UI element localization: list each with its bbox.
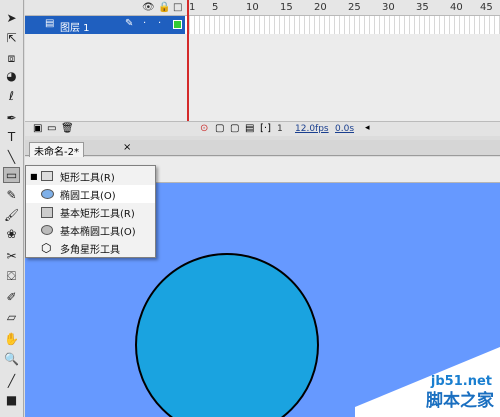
frame-number: 35 [416, 2, 429, 13]
menu-item-label: 基本矩形工具(R) [60, 208, 135, 220]
frame-number: 5 [212, 2, 219, 13]
rectangle-tool-icon[interactable]: ▭ [3, 167, 20, 183]
subselection-tool-icon[interactable]: ⇱ [3, 30, 20, 46]
playhead[interactable] [187, 0, 189, 136]
pencil-tool-icon[interactable]: ✎ [3, 187, 20, 203]
document-tab[interactable]: 未命名-2* [29, 142, 84, 158]
eye-icon[interactable]: 👁 [142, 2, 155, 13]
text-tool-icon[interactable]: T [3, 129, 20, 145]
timeline-header: 👁 🔒 □ 1 5 10 15 20 25 30 35 40 45 [25, 0, 500, 16]
shape-tool-menu: ■ 矩形工具(R) 椭圆工具(O) 基本矩形工具(R) 基本椭圆工具(O) ⬡ … [25, 165, 156, 258]
frame-number: 10 [246, 2, 259, 13]
new-folder-icon[interactable]: ▭ [47, 123, 56, 134]
brush-tool-icon[interactable]: 🖌 [3, 207, 20, 223]
layer-row[interactable]: ▤ 图层 1 ✎ · · [25, 16, 185, 34]
menu-item-label: 基本椭圆工具(O) [60, 226, 136, 238]
frame-number: 45 [480, 2, 493, 13]
center-frame-icon[interactable]: ⊙ [200, 123, 208, 134]
time-value[interactable]: 0.0s [335, 124, 354, 134]
primitive-rectangle-icon [41, 206, 53, 218]
onion-markers-icon[interactable]: [·] [260, 123, 271, 134]
eraser-tool-icon[interactable]: ▱ [3, 309, 20, 325]
timeline-panel: 👁 🔒 □ 1 5 10 15 20 25 30 35 40 45 ▤ 图层 1… [25, 0, 500, 136]
stroke-color-icon[interactable]: ╱ [3, 373, 20, 389]
timeline-footer: ▣ ▭ 🗑 ⊙ ▢ ▢ ▤ [·] 1 12.0fps 0.0s ◂ [25, 121, 500, 136]
onion-outline-icon[interactable]: ▢ [230, 123, 239, 134]
layer-name: 图层 1 [60, 23, 90, 34]
polystar-icon: ⬡ [41, 241, 52, 255]
menu-item-label: 椭圆工具(O) [60, 190, 116, 202]
onion-skin-icon[interactable]: ▢ [215, 123, 224, 134]
edit-multiple-icon[interactable]: ▤ [245, 123, 254, 134]
frame-number: 1 [189, 2, 196, 13]
scroll-left-icon[interactable]: ◂ [365, 123, 370, 133]
watermark-brand: 脚本之家 [426, 391, 494, 411]
pencil-edit-icon: ✎ [125, 18, 134, 29]
deco-tool-icon[interactable]: ❀ [3, 226, 20, 242]
lock-icon[interactable]: 🔒 [158, 2, 170, 13]
ellipse-shape[interactable] [135, 253, 319, 417]
frame-cells[interactable] [185, 16, 500, 34]
paint-bucket-tool-icon[interactable]: ⛋ [3, 268, 20, 284]
free-transform-tool-icon[interactable]: ⧈ [3, 50, 20, 66]
frame-number: 20 [314, 2, 327, 13]
fps-value[interactable]: 12.0fps [295, 124, 329, 134]
tools-panel: ➤ ⇱ ⧈ ◕ ℓ ✒ T ╲ ▭ ✎ 🖌 ❀ ✂ ⛋ ✐ ▱ ✋ 🔍 ╱ ■ [0, 0, 24, 417]
ellipse-icon [41, 189, 54, 199]
lock-dot-icon[interactable]: · [158, 18, 161, 29]
selected-bullet-icon: ■ [30, 171, 38, 181]
menu-item-rectangle[interactable]: ■ 矩形工具(R) [26, 167, 155, 185]
outline-icon[interactable]: □ [173, 2, 182, 13]
selection-tool-icon[interactable]: ➤ [3, 10, 20, 26]
new-layer-icon[interactable]: ▣ [33, 123, 42, 134]
current-frame: 1 [277, 124, 283, 134]
line-tool-icon[interactable]: ╲ [3, 149, 20, 165]
frame-number: 40 [450, 2, 463, 13]
menu-item-label: 矩形工具(R) [60, 172, 115, 184]
document-tab-bar: 未命名-2* × [25, 140, 500, 158]
primitive-ellipse-icon [41, 225, 53, 235]
3d-rotation-tool-icon[interactable]: ◕ [3, 68, 20, 84]
watermark: jb51.net 脚本之家 [355, 347, 500, 417]
fill-color-icon[interactable]: ■ [3, 392, 20, 408]
menu-item-label: 多角星形工具 [60, 244, 120, 256]
menu-item-primitive-rectangle[interactable]: 基本矩形工具(R) [26, 203, 155, 221]
frame-number: 15 [280, 2, 293, 13]
menu-item-primitive-ellipse[interactable]: 基本椭圆工具(O) [26, 221, 155, 239]
eyedropper-tool-icon[interactable]: ✐ [3, 289, 20, 305]
rectangle-icon [41, 171, 53, 181]
bone-tool-icon[interactable]: ✂ [3, 248, 20, 264]
hand-tool-icon[interactable]: ✋ [3, 331, 20, 347]
frame-number: 25 [348, 2, 361, 13]
layer-icon: ▤ [45, 18, 55, 29]
pen-tool-icon[interactable]: ✒ [3, 110, 20, 126]
delete-layer-icon[interactable]: 🗑 [61, 123, 74, 134]
zoom-tool-icon[interactable]: 🔍 [3, 351, 20, 367]
lasso-tool-icon[interactable]: ℓ [3, 88, 20, 104]
menu-item-polystar[interactable]: ⬡ 多角星形工具 [26, 239, 155, 257]
layer-color-icon[interactable] [173, 20, 182, 29]
visibility-dot-icon[interactable]: · [143, 18, 146, 29]
menu-item-ellipse[interactable]: 椭圆工具(O) [26, 185, 155, 203]
close-icon[interactable]: × [123, 142, 131, 153]
frame-number: 30 [382, 2, 395, 13]
